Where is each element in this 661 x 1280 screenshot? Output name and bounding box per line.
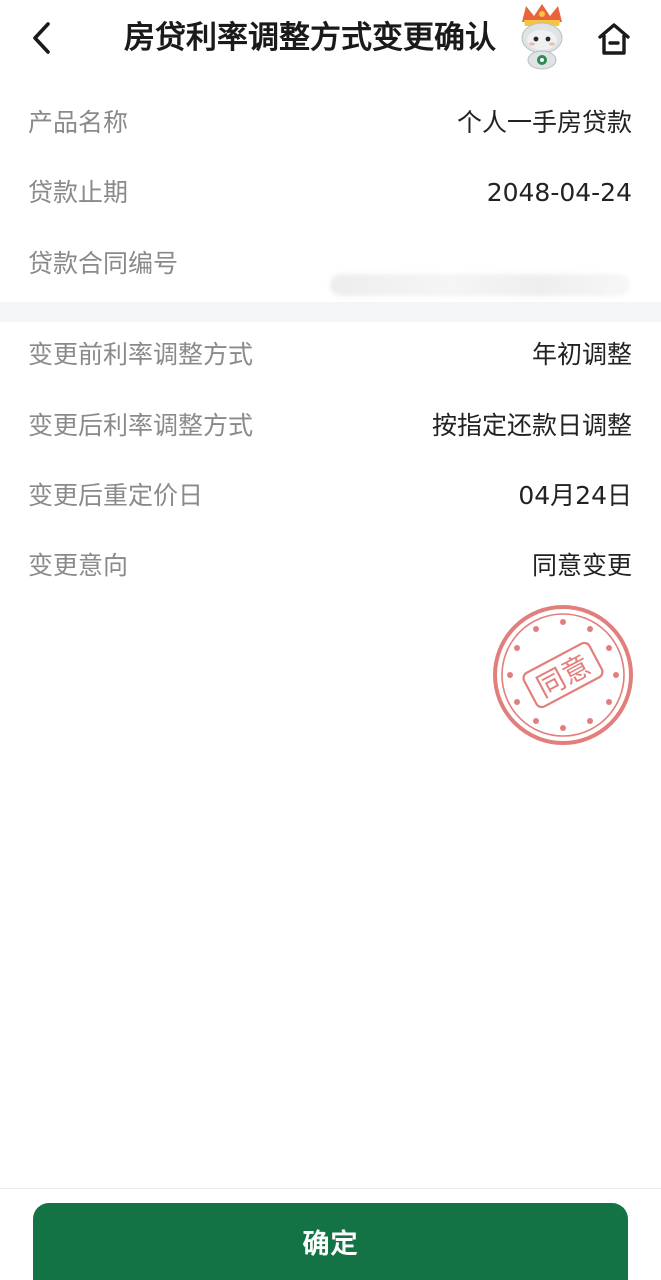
row-value: 2048-04-24 [486, 178, 632, 207]
agree-stamp: 同意 [493, 605, 633, 745]
change-row-reprice-date: 变更后重定价日 04月24日 [0, 471, 661, 521]
change-row-intention: 变更意向 同意变更 [0, 541, 661, 591]
redacted-contract-number [330, 274, 630, 296]
page-title: 房贷利率调整方式变更确认 [124, 20, 496, 56]
change-row-after-method: 变更后利率调整方式 按指定还款日调整 [0, 401, 661, 451]
section-divider [0, 302, 661, 322]
loan-info-row-product: 产品名称 个人一手房贷款 [0, 98, 661, 148]
row-value: 按指定还款日调整 [431, 411, 632, 440]
row-label: 贷款止期 [28, 178, 129, 207]
row-label: 变更前利率调整方式 [28, 340, 254, 369]
mascot-icon[interactable] [512, 2, 572, 70]
home-icon [598, 23, 630, 55]
loan-info-row-end-date: 贷款止期 2048-04-24 [0, 168, 661, 218]
row-value: 04月24日 [518, 481, 632, 510]
footer-divider [0, 1188, 661, 1189]
row-label: 变更后重定价日 [28, 481, 204, 510]
page: 房贷利率调整方式变更确认 产品名称 个人一手房贷款 贷款止期 2048-04-2… [0, 0, 661, 1280]
row-value: 个人一手房贷款 [456, 108, 632, 137]
header-bar: 房贷利率调整方式变更确认 [0, 0, 661, 80]
row-label: 产品名称 [28, 108, 129, 137]
chevron-left-icon [33, 22, 50, 54]
change-row-before-method: 变更前利率调整方式 年初调整 [0, 330, 661, 380]
confirm-button[interactable]: 确定 [33, 1203, 628, 1280]
row-label: 变更意向 [28, 551, 129, 580]
row-label: 变更后利率调整方式 [28, 411, 254, 440]
back-button[interactable] [22, 16, 62, 60]
row-value: 同意变更 [531, 551, 632, 580]
row-value: 年初调整 [531, 340, 632, 369]
home-button[interactable] [592, 18, 636, 60]
row-label: 贷款合同编号 [28, 249, 179, 278]
